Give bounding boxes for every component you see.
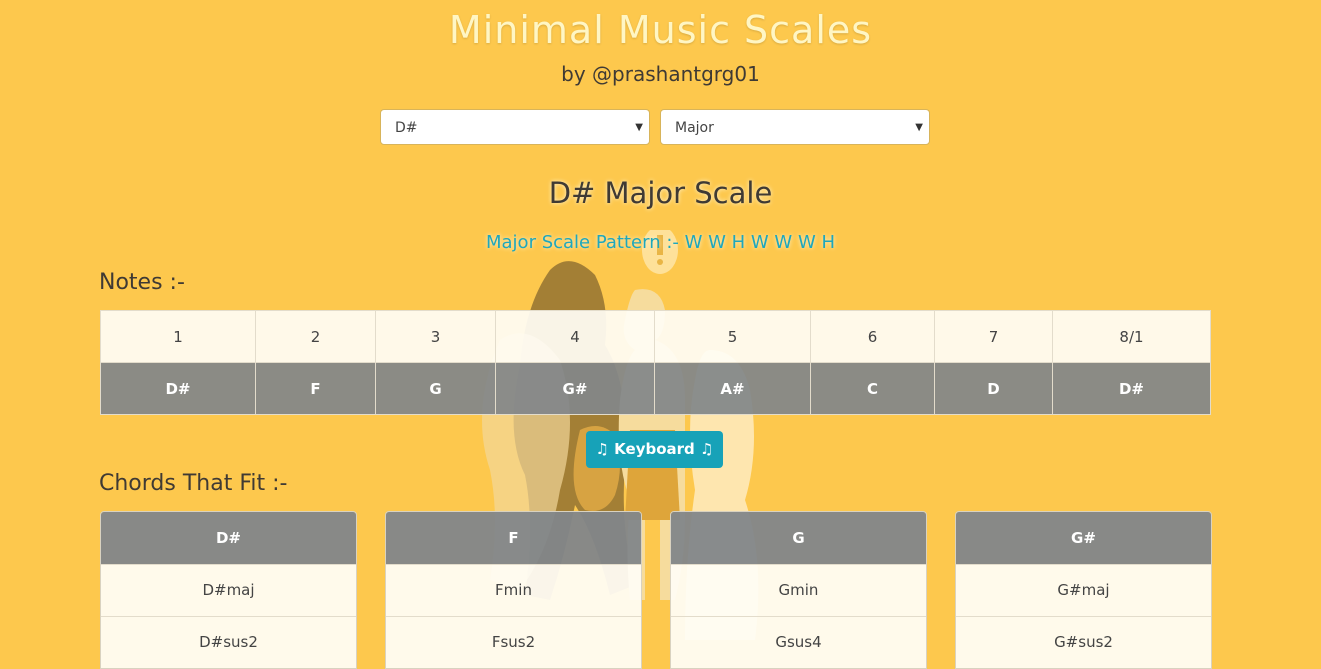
key-select[interactable]: D# ▼ <box>380 109 650 145</box>
chords-section-label: Chords That Fit :- <box>99 471 288 496</box>
degree-cell: 3 <box>375 310 496 363</box>
author-byline: by @prashantgrg01 <box>561 62 760 86</box>
chord-item: Fsus2 <box>386 616 641 668</box>
scale-type-select-value: Major <box>675 120 714 136</box>
degree-cell: 1 <box>100 310 256 363</box>
chevron-down-icon: ▼ <box>635 122 643 133</box>
chord-item: Gmin <box>671 564 926 616</box>
note-cell: D <box>934 362 1053 415</box>
chord-card-2: F Fmin Fsus2 <box>385 511 642 669</box>
note-cell: D# <box>1052 362 1211 415</box>
scale-title: D# Major Scale <box>548 176 773 210</box>
page-title: Minimal Music Scales <box>448 8 873 52</box>
notes-table: 1 2 3 4 5 6 7 8/1 D# F G G# A# C D D# <box>100 310 1211 415</box>
chord-item: D#maj <box>101 564 356 616</box>
chord-item: G#maj <box>956 564 1211 616</box>
chord-item: Gsus4 <box>671 616 926 668</box>
degree-row: 1 2 3 4 5 6 7 8/1 <box>100 310 1211 363</box>
degree-cell: 8/1 <box>1052 310 1211 363</box>
chord-item: G#sus2 <box>956 616 1211 668</box>
keyboard-button[interactable]: ♫ Keyboard ♫ <box>586 431 723 468</box>
key-select-value: D# <box>395 120 418 136</box>
degree-cell: 7 <box>934 310 1053 363</box>
note-row: D# F G G# A# C D D# <box>100 362 1211 415</box>
chord-card-header: G <box>671 512 926 564</box>
chord-card-4: G# G#maj G#sus2 <box>955 511 1212 669</box>
chord-card-header: G# <box>956 512 1211 564</box>
note-cell: G# <box>495 362 655 415</box>
degree-cell: 5 <box>654 310 811 363</box>
chevron-down-icon: ▼ <box>915 122 923 133</box>
chord-card-header: F <box>386 512 641 564</box>
degree-cell: 4 <box>495 310 655 363</box>
note-cell: G <box>375 362 496 415</box>
note-cell: C <box>810 362 935 415</box>
note-cell: D# <box>100 362 256 415</box>
chord-card-1: D# D#maj D#sus2 <box>100 511 357 669</box>
chord-card-3: G Gmin Gsus4 <box>670 511 927 669</box>
notes-section-label: Notes :- <box>99 270 185 295</box>
chord-item: Fmin <box>386 564 641 616</box>
note-cell: A# <box>654 362 811 415</box>
degree-cell: 6 <box>810 310 935 363</box>
degree-cell: 2 <box>255 310 376 363</box>
note-cell: F <box>255 362 376 415</box>
scale-type-select[interactable]: Major ▼ <box>660 109 930 145</box>
chord-item: D#sus2 <box>101 616 356 668</box>
scale-pattern: Major Scale Pattern :- W W H W W W H <box>486 232 835 253</box>
chord-card-header: D# <box>101 512 356 564</box>
